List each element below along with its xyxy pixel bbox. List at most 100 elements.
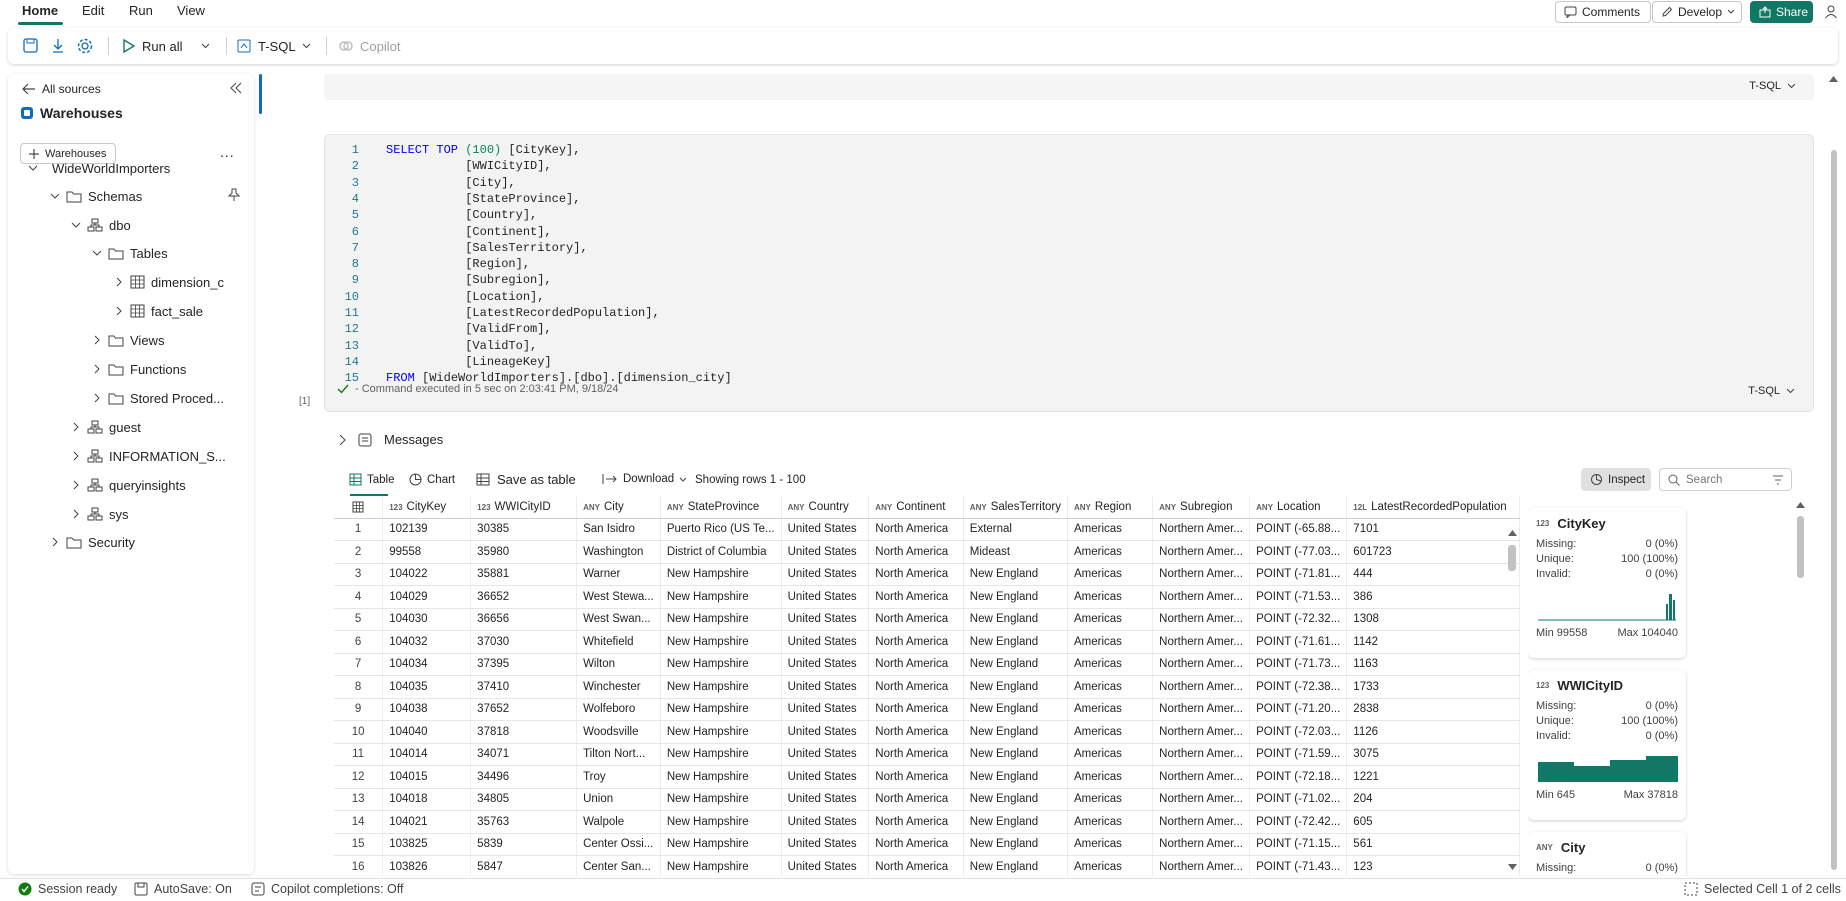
table-cell[interactable]: North America [868,608,964,631]
collapse-panel-icon[interactable] [230,82,242,94]
table-row[interactable]: 1 102139 30385 San Isidro Puerto Rico (US Te… [334,518,1520,541]
table-cell[interactable]: Northern Amer... [1152,765,1251,789]
table-cell[interactable]: 1308 [1346,608,1520,631]
table-row[interactable]: 5 104030 36656 West Swan... New Hampshire Uni… [334,608,1520,631]
table-cell[interactable]: POINT (-72.32... [1249,608,1348,631]
table-cell[interactable]: 104038 [382,698,472,721]
table-cell[interactable]: Northern Amer... [1152,788,1251,811]
code-line[interactable]: [ValidFrom], [386,322,551,338]
table-cell[interactable]: 37652 [470,698,578,721]
table-cell[interactable]: New England [963,833,1069,856]
column-header[interactable]: ANY Location [1249,496,1348,519]
table-cell[interactable]: 104040 [382,720,472,744]
table-cell[interactable]: POINT (-72.42... [1249,810,1348,834]
table-cell[interactable]: United States [781,653,870,676]
table-row[interactable]: 3 104022 35881 Warner New Hampshire United St… [334,563,1520,586]
results-search-box[interactable] [1659,468,1792,491]
table-cell[interactable]: United States [781,720,870,744]
tree-item-views[interactable]: Views [92,329,164,351]
table-cell[interactable]: 5839 [470,833,578,856]
table-cell[interactable]: Americas [1067,698,1154,721]
code-line[interactable]: [StateProvince], [386,192,580,208]
table-cell[interactable]: Woodsville [576,720,661,744]
table-cell[interactable]: United States [781,810,870,834]
table-cell[interactable]: New England [963,765,1069,789]
table-cell[interactable]: North America [868,653,964,676]
language-selector[interactable]: T-SQL [236,28,311,64]
table-cell[interactable]: 104014 [382,743,472,766]
code-line[interactable]: [Country], [386,208,537,224]
table-cell[interactable]: 34805 [470,788,578,811]
table-cell[interactable]: New Hampshire [660,833,782,856]
table-cell[interactable]: POINT (-71.61... [1249,630,1348,654]
table-cell[interactable]: Northern Amer... [1152,653,1251,676]
table-cell[interactable]: 3075 [1346,743,1520,766]
table-cell[interactable]: Warner [576,563,661,586]
previous-cell[interactable]: T-SQL [324,74,1814,100]
table-cell[interactable]: 103825 [382,833,472,856]
tree-item-queryinsights[interactable]: queryinsights [71,474,186,496]
table-cell[interactable]: Mideast [963,540,1069,564]
table-cell[interactable]: North America [868,630,964,654]
table-cell[interactable]: New England [963,855,1069,876]
table-cell[interactable]: 104022 [382,563,472,586]
table-cell[interactable]: United States [781,540,870,564]
table-cell[interactable]: 37030 [470,630,578,654]
table-row[interactable]: 14 104021 35763 Walpole New Hampshire United … [334,810,1520,834]
table-row[interactable]: 10 104040 37818 Woodsville New Hampshire Unit… [334,720,1520,744]
chart-tab[interactable]: Chart [409,473,455,486]
table-cell[interactable]: United States [781,585,870,609]
table-cell[interactable]: North America [868,563,964,586]
table-cell[interactable]: POINT (-72.18... [1249,765,1348,789]
table-cell[interactable]: Americas [1067,743,1154,766]
table-cell[interactable]: New Hampshire [660,765,782,789]
code-line[interactable]: [Location], [386,290,544,306]
notebook-scrollbar[interactable] [1831,150,1837,870]
tab-run[interactable]: Run [129,3,153,18]
run-options-chevron-icon[interactable] [201,28,210,64]
search-input[interactable] [1686,473,1766,486]
column-header[interactable]: ANY Country [781,496,870,519]
table-cell[interactable]: 1126 [1346,720,1520,744]
inspect-scroll-up-icon[interactable] [1796,502,1805,508]
table-cell[interactable]: United States [781,855,870,876]
table-cell[interactable]: United States [781,698,870,721]
table-row[interactable]: 6 104032 37030 Whitefield New Hampshire Unite… [334,630,1520,654]
table-cell[interactable]: Northern Amer... [1152,810,1251,834]
table-cell[interactable]: 34071 [470,743,578,766]
column-header[interactable]: ANY Subregion [1152,496,1251,519]
user-icon[interactable] [1824,4,1840,20]
table-row[interactable]: 7 104034 37395 Wilton New Hampshire United St… [334,653,1520,676]
column-header[interactable]: 123 WWICityID [470,496,578,519]
table-cell[interactable]: 5847 [470,855,578,876]
table-cell[interactable]: 1142 [1346,630,1520,654]
table-cell[interactable]: 386 [1346,585,1520,609]
table-cell[interactable]: United States [781,788,870,811]
table-cell[interactable]: Wolfeboro [576,698,661,721]
table-cell[interactable]: West Swan... [576,608,661,631]
table-cell[interactable]: Northern Amer... [1152,698,1251,721]
table-row[interactable]: 16 103826 5847 Center San... New Hampshire Un… [334,855,1520,876]
table-cell[interactable]: New Hampshire [660,698,782,721]
code-line[interactable]: SELECT TOP (100) [CityKey], [386,143,580,159]
download-icon[interactable] [50,28,66,64]
table-cell[interactable]: Americas [1067,855,1154,876]
save-as-table-button[interactable]: Save as table [476,472,576,487]
table-cell[interactable]: POINT (-72.03... [1249,720,1348,744]
table-cell[interactable]: North America [868,855,964,876]
column-header[interactable]: 12L LatestRecordedPopulation [1346,496,1520,519]
table-cell[interactable]: 37410 [470,675,578,699]
table-cell[interactable]: Northern Amer... [1152,608,1251,631]
table-cell[interactable]: United States [781,833,870,856]
table-cell[interactable]: 1221 [1346,765,1520,789]
table-cell[interactable]: POINT (-71.59... [1249,743,1348,766]
table-cell[interactable]: POINT (-71.43... [1249,855,1348,876]
grid-scroll-up-icon[interactable] [1508,530,1517,536]
table-cell[interactable]: New England [963,788,1069,811]
table-cell[interactable]: Americas [1067,608,1154,631]
table-cell[interactable]: 2838 [1346,698,1520,721]
table-cell[interactable]: 7101 [1346,518,1520,541]
table-cell[interactable]: United States [781,765,870,789]
table-cell[interactable]: Washington [576,540,661,564]
table-row[interactable]: 2 99558 35980 Washington District of Columbi… [334,540,1520,564]
